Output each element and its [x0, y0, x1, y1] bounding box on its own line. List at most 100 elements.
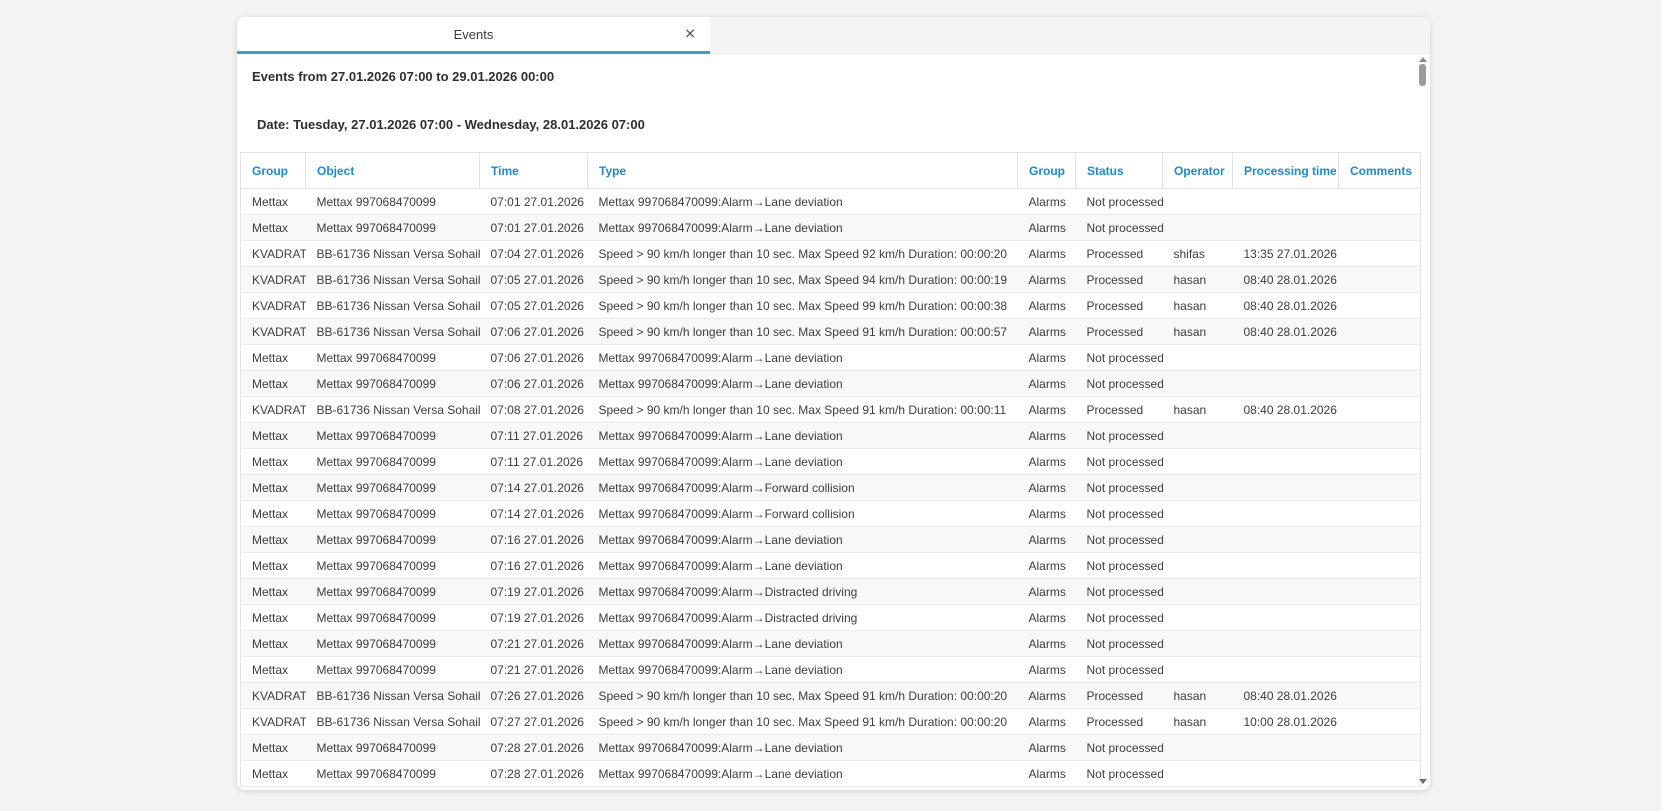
table-cell: 07:14 27.01.2026: [480, 501, 588, 527]
table-cell: 07:05 27.01.2026: [480, 267, 588, 293]
column-header-type-3[interactable]: Type: [588, 153, 1018, 189]
tab-bar: Events ✕: [237, 17, 1430, 54]
table-cell: [1339, 319, 1421, 345]
table-cell: Alarms: [1018, 605, 1076, 631]
table-cell: [1339, 345, 1421, 371]
table-row[interactable]: KVADRATBB-61736 Nissan Versa Sohail07:05…: [241, 267, 1421, 293]
table-row[interactable]: KVADRATBB-61736 Nissan Versa Sohail07:06…: [241, 319, 1421, 345]
table-cell: Mettax 997068470099:Alarm→Lane deviation: [588, 553, 1018, 579]
table-cell: Alarms: [1018, 397, 1076, 423]
table-cell: Mettax: [241, 215, 306, 241]
table-cell: 07:11 27.01.2026: [480, 423, 588, 449]
table-cell: [1339, 501, 1421, 527]
table-cell: [1233, 189, 1339, 215]
column-header-operator-6[interactable]: Operator: [1163, 153, 1233, 189]
table-cell: Mettax 997068470099:Alarm→Lane deviation: [588, 423, 1018, 449]
events-table: GroupObjectTimeTypeGroupStatusOperatorPr…: [240, 152, 1421, 787]
table-row[interactable]: KVADRATBB-61736 Nissan Versa Sohail07:27…: [241, 709, 1421, 735]
table-cell: [1233, 423, 1339, 449]
table-row[interactable]: MettaxMettax 99706847009907:14 27.01.202…: [241, 501, 1421, 527]
table-cell: Not processed: [1076, 553, 1163, 579]
table-cell: 07:16 27.01.2026: [480, 553, 588, 579]
scrollbar-thumb[interactable]: [1419, 64, 1426, 86]
table-row[interactable]: MettaxMettax 99706847009907:11 27.01.202…: [241, 449, 1421, 475]
table-row[interactable]: KVADRATBB-61736 Nissan Versa Sohail07:04…: [241, 241, 1421, 267]
table-cell: [1163, 449, 1233, 475]
table-cell: 07:04 27.01.2026: [480, 241, 588, 267]
table-cell: Not processed: [1076, 657, 1163, 683]
scroll-down-arrow-icon[interactable]: [1419, 779, 1427, 784]
table-cell: 07:01 27.01.2026: [480, 215, 588, 241]
table-cell: hasan: [1163, 683, 1233, 709]
table-cell: Not processed: [1076, 761, 1163, 787]
table-cell: Mettax 997068470099:Alarm→Lane deviation: [588, 657, 1018, 683]
table-cell: [1233, 631, 1339, 657]
tab-events[interactable]: Events ✕: [237, 17, 710, 54]
column-header-comments-8[interactable]: Comments: [1339, 153, 1421, 189]
column-header-processing-time-7[interactable]: Processing time: [1233, 153, 1339, 189]
table-cell: Mettax 997068470099: [306, 735, 480, 761]
table-row[interactable]: MettaxMettax 99706847009907:28 27.01.202…: [241, 761, 1421, 787]
column-header-object-1[interactable]: Object: [306, 153, 480, 189]
table-cell: [1339, 371, 1421, 397]
table-cell: [1339, 553, 1421, 579]
table-cell: 08:40 28.01.2026: [1233, 683, 1339, 709]
table-row[interactable]: MettaxMettax 99706847009907:19 27.01.202…: [241, 579, 1421, 605]
table-cell: Not processed: [1076, 189, 1163, 215]
table-row[interactable]: KVADRATBB-61736 Nissan Versa Sohail07:08…: [241, 397, 1421, 423]
table-cell: Mettax: [241, 735, 306, 761]
table-cell: Mettax: [241, 345, 306, 371]
close-icon[interactable]: ✕: [684, 27, 696, 41]
table-row[interactable]: MettaxMettax 99706847009907:21 27.01.202…: [241, 657, 1421, 683]
table-cell: 08:40 28.01.2026: [1233, 319, 1339, 345]
table-cell: [1233, 449, 1339, 475]
table-cell: Mettax 997068470099: [306, 475, 480, 501]
table-cell: [1163, 579, 1233, 605]
table-cell: Alarms: [1018, 293, 1076, 319]
table-cell: Mettax: [241, 475, 306, 501]
column-header-group-0[interactable]: Group: [241, 153, 306, 189]
table-cell: Mettax: [241, 449, 306, 475]
table-cell: Not processed: [1076, 735, 1163, 761]
table-row[interactable]: KVADRATBB-61736 Nissan Versa Sohail07:26…: [241, 683, 1421, 709]
tab-bar-empty-area: [710, 17, 1430, 54]
table-cell: Not processed: [1076, 215, 1163, 241]
table-cell: Alarms: [1018, 215, 1076, 241]
vertical-scrollbar[interactable]: [1418, 57, 1427, 784]
table-row[interactable]: MettaxMettax 99706847009907:01 27.01.202…: [241, 215, 1421, 241]
table-cell: [1163, 735, 1233, 761]
column-header-group-4[interactable]: Group: [1018, 153, 1076, 189]
table-cell: 07:06 27.01.2026: [480, 345, 588, 371]
scroll-up-arrow-icon[interactable]: [1419, 57, 1427, 62]
table-row[interactable]: MettaxMettax 99706847009907:06 27.01.202…: [241, 345, 1421, 371]
table-cell: 07:05 27.01.2026: [480, 293, 588, 319]
table-row[interactable]: KVADRATBB-61736 Nissan Versa Sohail07:05…: [241, 293, 1421, 319]
table-row[interactable]: MettaxMettax 99706847009907:11 27.01.202…: [241, 423, 1421, 449]
table-cell: [1339, 709, 1421, 735]
table-cell: 07:06 27.01.2026: [480, 371, 588, 397]
column-header-status-5[interactable]: Status: [1076, 153, 1163, 189]
table-cell: KVADRAT: [241, 241, 306, 267]
table-cell: [1339, 241, 1421, 267]
table-cell: 07:01 27.01.2026: [480, 189, 588, 215]
table-cell: BB-61736 Nissan Versa Sohail: [306, 267, 480, 293]
table-row[interactable]: MettaxMettax 99706847009907:01 27.01.202…: [241, 189, 1421, 215]
table-cell: [1233, 761, 1339, 787]
table-cell: hasan: [1163, 709, 1233, 735]
table-cell: Mettax: [241, 657, 306, 683]
table-row[interactable]: MettaxMettax 99706847009907:16 27.01.202…: [241, 527, 1421, 553]
table-cell: [1339, 683, 1421, 709]
table-cell: Alarms: [1018, 527, 1076, 553]
table-row[interactable]: MettaxMettax 99706847009907:06 27.01.202…: [241, 371, 1421, 397]
table-cell: Speed > 90 km/h longer than 10 sec. Max …: [588, 241, 1018, 267]
table-row[interactable]: MettaxMettax 99706847009907:21 27.01.202…: [241, 631, 1421, 657]
column-header-time-2[interactable]: Time: [480, 153, 588, 189]
table-row[interactable]: MettaxMettax 99706847009907:28 27.01.202…: [241, 735, 1421, 761]
table-cell: Mettax 997068470099: [306, 423, 480, 449]
table-cell: Not processed: [1076, 423, 1163, 449]
table-row[interactable]: MettaxMettax 99706847009907:14 27.01.202…: [241, 475, 1421, 501]
table-cell: Alarms: [1018, 735, 1076, 761]
table-row[interactable]: MettaxMettax 99706847009907:16 27.01.202…: [241, 553, 1421, 579]
table-cell: Mettax 997068470099: [306, 657, 480, 683]
table-row[interactable]: MettaxMettax 99706847009907:19 27.01.202…: [241, 605, 1421, 631]
